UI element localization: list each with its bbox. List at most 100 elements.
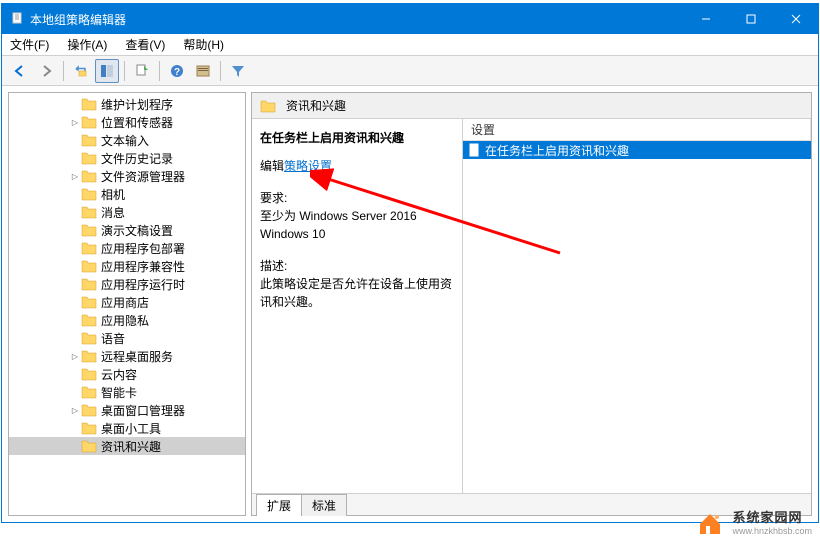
folder-icon xyxy=(81,349,97,363)
list-item-label: 在任务栏上启用资讯和兴趣 xyxy=(485,142,629,159)
tree-item-label: 文本输入 xyxy=(101,132,149,149)
edit-line: 编辑策略设置 xyxy=(260,157,454,175)
tree-item-label: 消息 xyxy=(101,204,125,221)
back-button[interactable] xyxy=(8,59,32,83)
tree-item[interactable]: 资讯和兴趣 xyxy=(9,437,245,455)
menubar: 文件(F) 操作(A) 查看(V) 帮助(H) xyxy=(2,34,818,56)
separator xyxy=(220,61,221,81)
tree-item[interactable]: 相机 xyxy=(9,185,245,203)
window-title: 本地组策略编辑器 xyxy=(30,11,683,28)
list-row[interactable]: 在任务栏上启用资讯和兴趣 xyxy=(463,141,811,159)
app-window: 本地组策略编辑器 文件(F) 操作(A) 查看(V) 帮助(H) ? 维护计划程… xyxy=(1,3,819,523)
folder-icon xyxy=(81,241,97,255)
folder-icon xyxy=(81,313,97,327)
tree-item[interactable]: 语音 xyxy=(9,329,245,347)
tree-item-label: 相机 xyxy=(101,186,125,203)
filter-button[interactable] xyxy=(226,59,250,83)
tree-item[interactable]: 云内容 xyxy=(9,365,245,383)
edit-policy-link[interactable]: 策略设置 xyxy=(284,159,332,173)
folder-icon xyxy=(81,259,97,273)
folder-icon xyxy=(81,205,97,219)
svg-text:?: ? xyxy=(174,67,180,78)
tree-item[interactable]: 应用程序兼容性 xyxy=(9,257,245,275)
close-button[interactable] xyxy=(773,4,818,34)
tree-item-label: 智能卡 xyxy=(101,384,137,401)
edit-label: 编辑 xyxy=(260,159,284,173)
folder-icon xyxy=(81,439,97,453)
req-label: 要求: xyxy=(260,189,454,207)
tree-item[interactable]: 应用程序包部署 xyxy=(9,239,245,257)
right-header: 资讯和兴趣 xyxy=(252,93,811,119)
tree-item[interactable]: 桌面小工具 xyxy=(9,419,245,437)
tree-item[interactable]: 智能卡 xyxy=(9,383,245,401)
folder-icon xyxy=(81,421,97,435)
window-controls xyxy=(683,4,818,34)
tree-item-label: 资讯和兴趣 xyxy=(101,438,161,455)
tree-arrow-icon[interactable]: ▷ xyxy=(69,170,81,182)
tree-arrow-icon[interactable]: ▷ xyxy=(69,116,81,128)
separator xyxy=(124,61,125,81)
app-icon xyxy=(10,11,24,28)
properties-button[interactable] xyxy=(191,59,215,83)
tree: 维护计划程序▷位置和传感器文本输入文件历史记录 ▷ 文件资源管理器相机消息演示文稿设… xyxy=(9,93,245,457)
tree-item[interactable]: ▷桌面窗口管理器 xyxy=(9,401,245,419)
tree-item-label: 语音 xyxy=(101,330,125,347)
folder-icon xyxy=(81,133,97,147)
right-header-title: 资讯和兴趣 xyxy=(286,97,346,114)
minimize-button[interactable] xyxy=(683,4,728,34)
watermark-brand: 系统家园网 xyxy=(732,507,812,526)
separator xyxy=(159,61,160,81)
menu-file[interactable]: 文件(F) xyxy=(10,36,49,53)
folder-icon xyxy=(81,385,97,399)
tree-arrow-icon[interactable]: ▷ xyxy=(69,404,81,416)
folder-icon xyxy=(260,99,276,113)
tree-panel[interactable]: 维护计划程序▷位置和传感器文本输入文件历史记录 ▷ 文件资源管理器相机消息演示文稿设… xyxy=(8,92,246,516)
separator xyxy=(63,61,64,81)
tree-item-label: 远程桌面服务 xyxy=(101,348,173,365)
tree-item[interactable]: ▷位置和传感器 xyxy=(9,113,245,131)
tree-item[interactable]: ▷ 远程桌面服务 xyxy=(9,347,245,365)
folder-icon xyxy=(81,97,97,111)
menu-help[interactable]: 帮助(H) xyxy=(183,36,224,53)
up-button[interactable] xyxy=(69,59,93,83)
tab-standard[interactable]: 标准 xyxy=(301,494,347,516)
tree-item-label: 文件历史记录 xyxy=(101,150,173,167)
content-area: 维护计划程序▷位置和传感器文本输入文件历史记录 ▷ 文件资源管理器相机消息演示文稿设… xyxy=(2,86,818,522)
help-button[interactable]: ? xyxy=(165,59,189,83)
show-tree-button[interactable] xyxy=(95,59,119,83)
export-button[interactable] xyxy=(130,59,154,83)
forward-button[interactable] xyxy=(34,59,58,83)
tree-item[interactable]: 维护计划程序 xyxy=(9,95,245,113)
tab-extended[interactable]: 扩展 xyxy=(256,494,302,516)
tree-item-label: 应用程序包部署 xyxy=(101,240,185,257)
tree-item[interactable]: ▷ 文件资源管理器 xyxy=(9,167,245,185)
tree-item[interactable]: 演示文稿设置 xyxy=(9,221,245,239)
req-text: 至少为 Windows Server 2016 Windows 10 xyxy=(260,207,454,243)
tree-item[interactable]: 应用程序运行时 xyxy=(9,275,245,293)
folder-icon xyxy=(81,169,97,183)
titlebar: 本地组策略编辑器 xyxy=(2,4,818,34)
folder-icon xyxy=(81,115,97,129)
tree-item[interactable]: 应用隐私 xyxy=(9,311,245,329)
folder-icon xyxy=(81,277,97,291)
tree-item-label: 演示文稿设置 xyxy=(101,222,173,239)
maximize-button[interactable] xyxy=(728,4,773,34)
menu-action[interactable]: 操作(A) xyxy=(67,36,107,53)
tree-item-label: 文件资源管理器 xyxy=(101,168,185,185)
detail-title: 在任务栏上启用资讯和兴趣 xyxy=(260,129,454,147)
right-body: 在任务栏上启用资讯和兴趣 编辑策略设置 要求: 至少为 Windows Serv… xyxy=(252,119,811,493)
tree-arrow-icon[interactable]: ▷ xyxy=(69,350,81,362)
list-header: 设置 xyxy=(463,119,811,141)
folder-icon xyxy=(81,331,97,345)
tree-item-label: 应用隐私 xyxy=(101,312,149,329)
col-setting[interactable]: 设置 xyxy=(463,119,811,140)
tree-item[interactable]: 文件历史记录 xyxy=(9,149,245,167)
tree-item[interactable]: 文本输入 xyxy=(9,131,245,149)
toolbar: ? xyxy=(2,56,818,86)
tree-item[interactable]: 消息 xyxy=(9,203,245,221)
folder-icon xyxy=(81,295,97,309)
folder-icon xyxy=(81,403,97,417)
menu-view[interactable]: 查看(V) xyxy=(125,36,165,53)
desc-text: 此策略设定是否允许在设备上使用资讯和兴趣。 xyxy=(260,275,454,311)
tree-item[interactable]: 应用商店 xyxy=(9,293,245,311)
